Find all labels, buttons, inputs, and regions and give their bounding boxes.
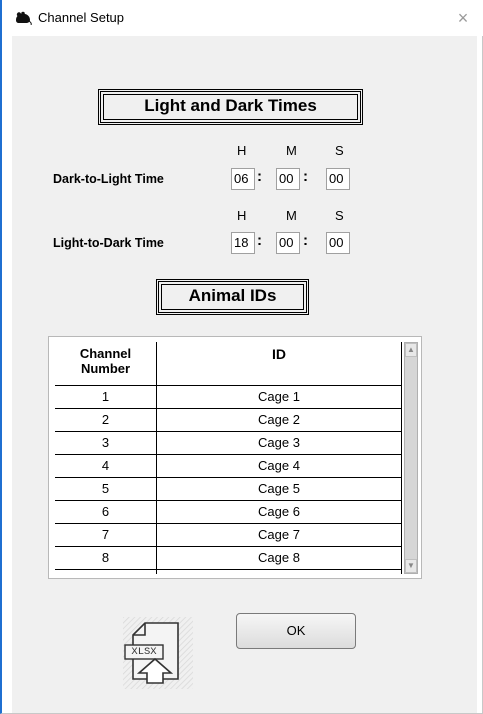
light-to-dark-label: Light-to-Dark Time [53, 236, 164, 250]
dark-to-light-seconds-field[interactable]: 00 [326, 168, 350, 190]
channel-cell: 3 [55, 432, 157, 455]
dark-to-light-hours-field[interactable]: 06 [231, 168, 255, 190]
hours-label: H [237, 143, 247, 158]
channel-cell: 1 [55, 386, 157, 409]
channel-cell: 4 [55, 455, 157, 478]
table-row: 8 Cage 8 [55, 547, 401, 570]
channel-cell: 2 [55, 409, 157, 432]
id-header: ID [157, 342, 401, 386]
table-scrollbar[interactable]: ▲ ▼ [404, 342, 418, 574]
table-row: 3 Cage 3 [55, 432, 401, 455]
id-cell[interactable]: Cage 6 [157, 501, 401, 524]
table-row-partial [55, 570, 401, 574]
title-bar: Channel Setup × [2, 0, 483, 36]
colon-separator: : [303, 232, 308, 249]
table-row: 4 Cage 4 [55, 455, 401, 478]
light-to-dark-hours-field[interactable]: 18 [231, 232, 255, 254]
animal-ids-heading: Animal IDs [156, 279, 309, 315]
table-row: 6 Cage 6 [55, 501, 401, 524]
colon-separator: : [303, 168, 308, 185]
id-cell[interactable]: Cage 5 [157, 478, 401, 501]
window-title: Channel Setup [38, 10, 125, 25]
id-cell[interactable]: Cage 3 [157, 432, 401, 455]
channel-cell: 6 [55, 501, 157, 524]
colon-separator: : [257, 168, 262, 185]
mouse-icon [16, 11, 32, 25]
seconds-label: S [335, 208, 344, 223]
light-to-dark-seconds-field[interactable]: 00 [326, 232, 350, 254]
channel-cell-partial [55, 570, 157, 574]
table-row: 1 Cage 1 [55, 386, 401, 409]
id-cell[interactable]: Cage 2 [157, 409, 401, 432]
hours-label: H [237, 208, 247, 223]
channel-setup-window: Channel Setup × Light and Dark Times H M… [0, 0, 483, 714]
animal-ids-table: Channel Number ID 1 Cage 1 2 Cage 2 3 Ca… [48, 336, 422, 579]
table-row: 7 Cage 7 [55, 524, 401, 547]
channel-number-header: Channel Number [55, 342, 157, 386]
table-right-border [401, 342, 402, 574]
table-row: 2 Cage 2 [55, 409, 401, 432]
channel-cell: 8 [55, 547, 157, 570]
dark-to-light-minutes-field[interactable]: 00 [276, 168, 300, 190]
close-icon[interactable]: × [451, 6, 475, 30]
ok-button[interactable]: OK [236, 613, 356, 649]
id-cell[interactable]: Cage 1 [157, 386, 401, 409]
xlsx-label: XLSX [131, 646, 157, 658]
light-to-dark-minutes-field[interactable]: 00 [276, 232, 300, 254]
id-cell[interactable]: Cage 7 [157, 524, 401, 547]
xlsx-import-button[interactable]: XLSX [123, 617, 193, 689]
light-dark-times-heading: Light and Dark Times [98, 89, 363, 125]
minutes-label: M [286, 143, 297, 158]
minutes-label: M [286, 208, 297, 223]
dialog-body: Light and Dark Times H M S Dark-to-Light… [12, 36, 477, 713]
channel-cell: 5 [55, 478, 157, 501]
scroll-down-arrow-icon[interactable]: ▼ [405, 559, 417, 573]
channel-cell: 7 [55, 524, 157, 547]
scroll-up-arrow-icon[interactable]: ▲ [405, 343, 417, 357]
dark-to-light-label: Dark-to-Light Time [53, 172, 164, 186]
table-grid: Channel Number ID 1 Cage 1 2 Cage 2 3 Ca… [55, 342, 402, 574]
table-row: 5 Cage 5 [55, 478, 401, 501]
id-cell[interactable]: Cage 8 [157, 547, 401, 570]
id-cell[interactable]: Cage 4 [157, 455, 401, 478]
seconds-label: S [335, 143, 344, 158]
colon-separator: : [257, 232, 262, 249]
